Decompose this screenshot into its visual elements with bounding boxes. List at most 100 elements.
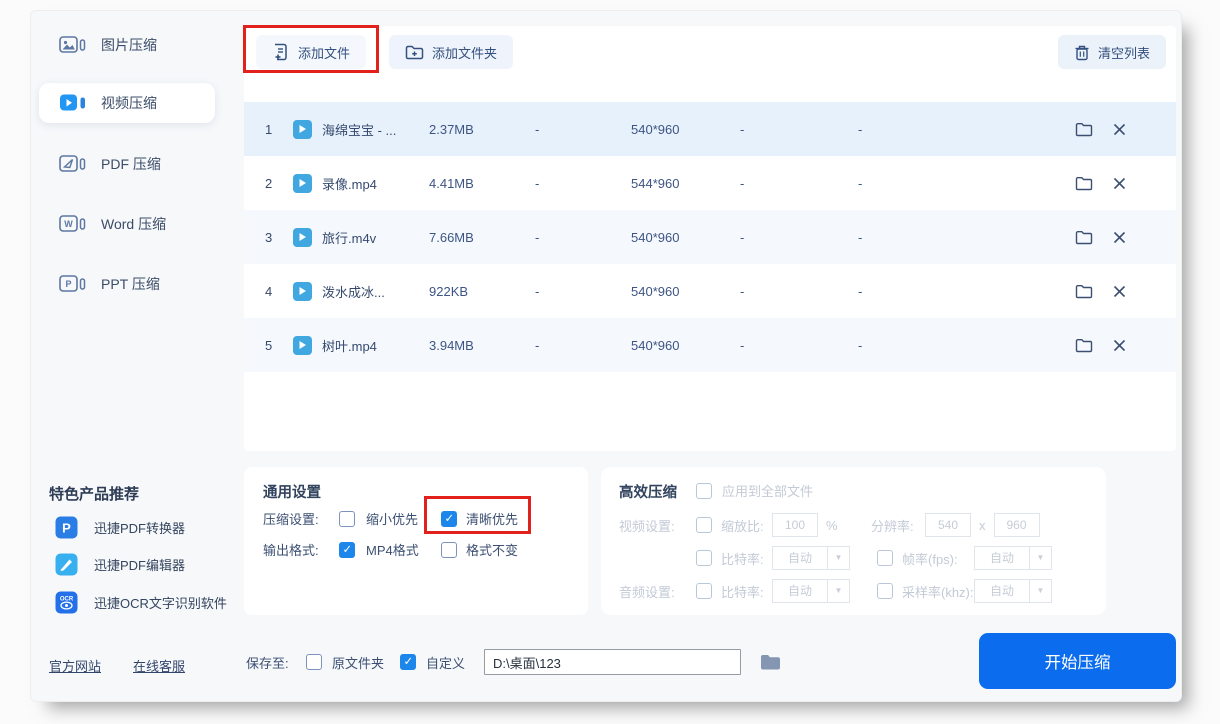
- svg-text:W: W: [64, 219, 73, 229]
- scale-label: 缩放比:: [721, 516, 772, 535]
- product-label: 迅捷OCR文字识别软件: [94, 593, 227, 612]
- sidebar-item-label: PDF 压缩: [101, 154, 161, 174]
- scale-checkbox: [696, 517, 712, 533]
- general-settings-title: 通用设置: [263, 481, 321, 502]
- remove-file-icon[interactable]: [1113, 285, 1126, 298]
- open-folder-icon[interactable]: [1075, 176, 1093, 191]
- sample-rate-dropdown: 自动: [974, 579, 1052, 603]
- shrink-first-checkbox[interactable]: [339, 511, 355, 527]
- compressed-size: -: [535, 122, 631, 137]
- sidebar-item-label: 图片压缩: [101, 35, 157, 55]
- original-folder-label: 原文件夹: [332, 653, 400, 672]
- table-row: 1 海绵宝宝 - ... 2.37MB - 540*960 - -: [244, 102, 1176, 156]
- compression-ratio: -: [858, 122, 931, 137]
- online-support-link[interactable]: 在线客服: [133, 656, 185, 675]
- compression-ratio: -: [858, 176, 931, 191]
- product-pdf-converter[interactable]: P 迅捷PDF转换器: [55, 516, 185, 539]
- row-number: 1: [265, 122, 293, 137]
- remove-file-icon[interactable]: [1113, 123, 1126, 136]
- orig-size: 7.66MB: [429, 230, 535, 245]
- custom-folder-label: 自定义: [426, 653, 484, 672]
- resolution-separator: x: [979, 518, 986, 533]
- orig-size: 4.41MB: [429, 176, 535, 191]
- product-ocr[interactable]: OCR 迅捷OCR文字识别软件: [55, 591, 227, 614]
- compression-ratio: -: [858, 338, 931, 353]
- original-folder-checkbox[interactable]: [306, 654, 322, 670]
- remove-file-icon[interactable]: [1113, 177, 1126, 190]
- add-folder-icon: [405, 44, 424, 61]
- open-folder-icon[interactable]: [1075, 122, 1093, 137]
- open-folder-icon[interactable]: [1075, 284, 1093, 299]
- play-icon: [293, 174, 312, 193]
- sidebar-item-word-compress[interactable]: W Word 压缩: [39, 204, 215, 244]
- add-folder-button[interactable]: 添加文件夹: [389, 35, 513, 69]
- resolution-label: 分辨率:: [871, 516, 925, 535]
- play-icon: [293, 282, 312, 301]
- add-file-label: 添加文件: [298, 43, 350, 62]
- row-number: 4: [265, 284, 293, 299]
- fps-checkbox: [877, 550, 893, 566]
- custom-folder-checkbox[interactable]: [400, 654, 416, 670]
- advanced-compression-panel: 高效压缩 应用到全部文件 视频设置: 缩放比: 100 % 分辨率: 540 x…: [601, 467, 1106, 615]
- sidebar-item-pdf-compress[interactable]: PDF 压缩: [39, 144, 215, 184]
- scale-input: 100: [772, 513, 818, 537]
- save-path-input[interactable]: [484, 649, 741, 675]
- official-website-link[interactable]: 官方网站: [49, 656, 101, 675]
- scale-unit: %: [826, 518, 871, 533]
- start-compress-button[interactable]: 开始压缩: [979, 633, 1176, 689]
- sidebar-item-ppt-compress[interactable]: P PPT 压缩: [39, 264, 215, 304]
- play-icon: [293, 228, 312, 247]
- compressed-size: -: [535, 284, 631, 299]
- image-compress-icon: [59, 35, 87, 55]
- compressed-resolution: -: [740, 176, 858, 191]
- row-number: 2: [265, 176, 293, 191]
- audio-setting-label: 音频设置:: [619, 582, 696, 601]
- chevron-down-icon: [1029, 580, 1051, 602]
- file-name: 泼水成冰...: [322, 282, 385, 301]
- resolution-width-input: 540: [925, 513, 971, 537]
- file-name: 旅行.m4v: [322, 228, 376, 247]
- open-folder-icon[interactable]: [1075, 338, 1093, 353]
- play-icon: [293, 336, 312, 355]
- compressed-size: -: [535, 338, 631, 353]
- open-folder-icon[interactable]: [1075, 230, 1093, 245]
- table-row: 4 泼水成冰... 922KB - 540*960 - -: [244, 264, 1176, 318]
- compressed-size: -: [535, 176, 631, 191]
- ocr-icon: OCR: [55, 591, 78, 614]
- table-row: 5 树叶.mp4 3.94MB - 540*960 - -: [244, 318, 1176, 372]
- play-icon: [293, 120, 312, 139]
- video-setting-label: 视频设置:: [619, 516, 696, 535]
- product-pdf-editor[interactable]: 迅捷PDF编辑器: [55, 553, 185, 576]
- video-bitrate-checkbox: [696, 550, 712, 566]
- save-to-label: 保存至:: [246, 653, 306, 672]
- orig-size: 3.94MB: [429, 338, 535, 353]
- row-number: 3: [265, 230, 293, 245]
- browse-folder-icon[interactable]: [760, 654, 781, 671]
- chevron-down-icon: [827, 547, 849, 569]
- pdf-converter-icon: P: [55, 516, 78, 539]
- quality-first-checkbox[interactable]: [441, 511, 457, 527]
- chevron-down-icon: [1029, 547, 1051, 569]
- remove-file-icon[interactable]: [1113, 339, 1126, 352]
- keep-format-checkbox[interactable]: [441, 542, 457, 558]
- compression-ratio: -: [858, 284, 931, 299]
- product-label: 迅捷PDF转换器: [94, 518, 185, 537]
- remove-file-icon[interactable]: [1113, 231, 1126, 244]
- app-window: 图片压缩 视频压缩 PDF 压缩 W Word 压缩 P PPT 压: [30, 10, 1182, 702]
- add-file-button[interactable]: 添加文件: [256, 35, 366, 69]
- product-label: 迅捷PDF编辑器: [94, 555, 185, 574]
- apply-all-label: 应用到全部文件: [722, 481, 813, 500]
- video-bitrate-label: 比特率:: [721, 549, 772, 568]
- trash-icon: [1074, 44, 1090, 61]
- orig-size: 922KB: [429, 284, 535, 299]
- mp4-format-checkbox[interactable]: [339, 542, 355, 558]
- sidebar-item-video-compress[interactable]: 视频压缩: [39, 83, 215, 123]
- orig-resolution: 540*960: [631, 284, 740, 299]
- pdf-compress-icon: [59, 154, 87, 174]
- word-compress-icon: W: [59, 214, 87, 234]
- table-row: 2 录像.mp4 4.41MB - 544*960 - -: [244, 156, 1176, 210]
- sidebar-item-image-compress[interactable]: 图片压缩: [39, 25, 215, 65]
- table-row: 3 旅行.m4v 7.66MB - 540*960 - -: [244, 210, 1176, 264]
- clear-list-button[interactable]: 清空列表: [1058, 35, 1166, 69]
- audio-bitrate-dropdown: 自动: [772, 579, 850, 603]
